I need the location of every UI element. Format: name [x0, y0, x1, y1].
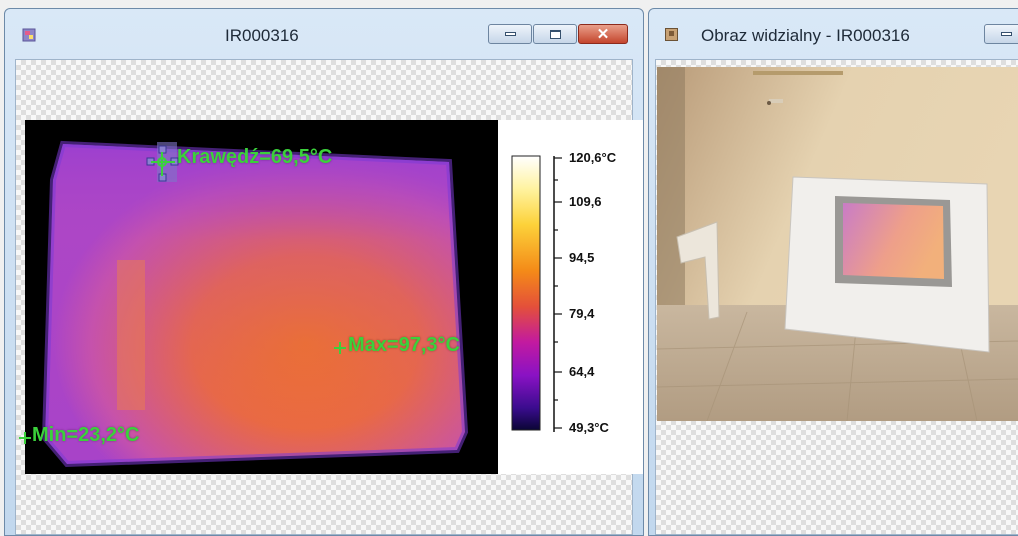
min-marker-crosshair[interactable] [19, 432, 31, 444]
edge-marker-label[interactable]: Krawędź=69,5°C [177, 146, 332, 169]
scale-label-3: 94,5 [569, 250, 595, 265]
scale-label-4: 79,4 [569, 306, 595, 321]
scale-label-max: 120,6°C [569, 150, 617, 165]
maximize-icon [549, 29, 561, 39]
minimize-icon [504, 32, 516, 36]
thermogram[interactable] [25, 120, 498, 474]
max-marker-label[interactable]: Max=97,3°C [348, 334, 460, 357]
scale-label-5: 64,4 [569, 364, 595, 379]
visible-window-title: Obraz widzialny - IR000316 [701, 26, 910, 45]
scale-label-2: 109,6 [569, 194, 602, 209]
max-marker-crosshair[interactable] [334, 342, 346, 354]
color-scale-bar [511, 155, 562, 432]
photo-app-icon [665, 28, 678, 41]
visible-image-window: Obraz widzialny - IR000316 [648, 8, 1018, 536]
minimize-icon [1000, 32, 1012, 36]
thermal-window-title: IR000316 [225, 26, 299, 45]
temperature-scale: 120,6°C 109,6 94,5 79,4 64,4 49,3°C [498, 120, 643, 474]
scale-label-min: 49,3°C [569, 420, 609, 435]
thermal-app-icon [22, 28, 36, 42]
close-button[interactable]: ✕ [578, 24, 628, 44]
close-icon: ✕ [596, 25, 610, 43]
thermal-image-panel: 120,6°C 109,6 94,5 79,4 64,4 49,3°C Kraw… [19, 120, 643, 474]
min-marker-label[interactable]: Min=23,2°C [32, 424, 139, 447]
thermal-window-titlebar[interactable]: IR000316 ✕ [5, 9, 643, 55]
minimize-button[interactable] [488, 24, 532, 44]
visible-photo [657, 67, 1018, 421]
maximize-button[interactable] [533, 24, 577, 44]
edge-marker-handles[interactable] [145, 144, 179, 186]
visible-minimize-button[interactable] [984, 24, 1018, 44]
visible-window-titlebar[interactable]: Obraz widzialny - IR000316 [649, 9, 1018, 55]
